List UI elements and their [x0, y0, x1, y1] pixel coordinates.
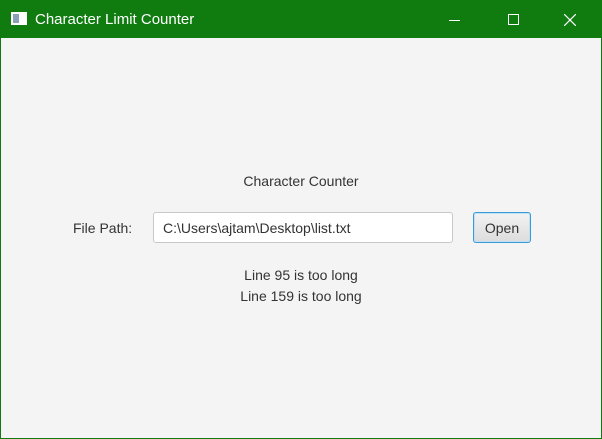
close-icon	[564, 14, 576, 26]
results-list: Line 95 is too long Line 159 is too long	[1, 265, 601, 307]
minimize-button[interactable]	[432, 1, 478, 38]
result-line: Line 95 is too long	[244, 267, 358, 283]
minimize-icon	[449, 20, 460, 21]
file-path-label: File Path:	[73, 220, 133, 236]
window-title: Character Limit Counter	[35, 11, 195, 28]
page-heading: Character Counter	[243, 173, 359, 189]
open-button[interactable]: Open	[473, 212, 531, 243]
app-window: Character Limit Counter Character Counte…	[0, 0, 602, 439]
app-icon	[11, 12, 27, 25]
result-line: Line 159 is too long	[240, 288, 362, 304]
file-path-input[interactable]	[153, 212, 453, 243]
maximize-button[interactable]	[491, 1, 537, 38]
close-button[interactable]	[547, 1, 593, 38]
title-bar[interactable]: Character Limit Counter	[1, 1, 601, 38]
maximize-icon	[508, 14, 519, 25]
